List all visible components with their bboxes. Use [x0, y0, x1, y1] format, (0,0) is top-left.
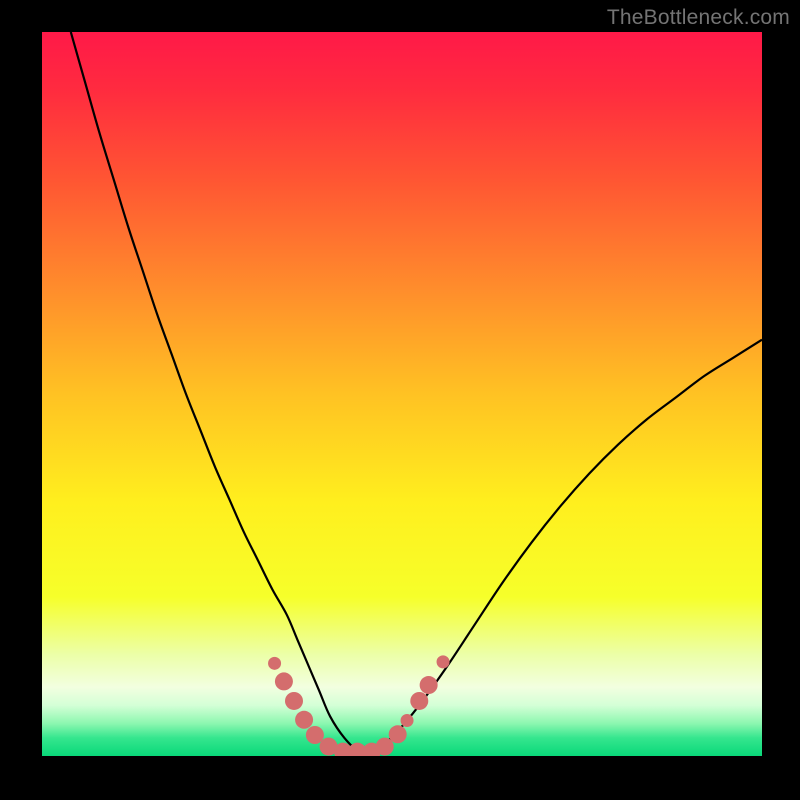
highlight-point	[295, 711, 313, 729]
highlight-point	[401, 714, 414, 727]
plot-area	[42, 32, 762, 756]
highlight-point	[437, 655, 450, 668]
highlight-point	[275, 672, 293, 690]
gradient-background	[42, 32, 762, 756]
highlight-point	[306, 726, 324, 744]
highlight-point	[268, 657, 281, 670]
highlight-point	[389, 725, 407, 743]
highlight-point	[410, 692, 428, 710]
highlight-point	[420, 676, 438, 694]
highlight-point	[285, 692, 303, 710]
chart-svg	[42, 32, 762, 756]
watermark-text: TheBottleneck.com	[607, 6, 790, 30]
chart-frame: TheBottleneck.com	[0, 0, 800, 800]
